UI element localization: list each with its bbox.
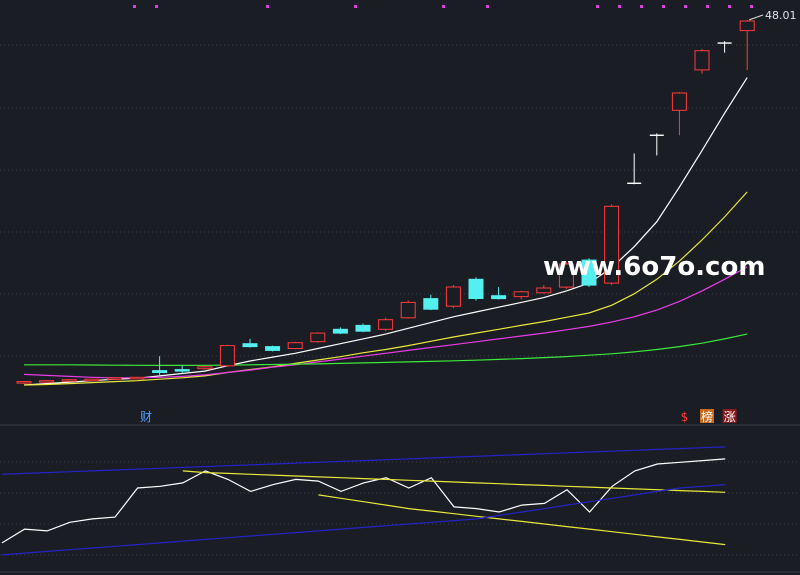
candle-body [445,286,461,307]
candle-body [152,370,168,374]
candle-body [61,379,77,382]
signal-dot [728,5,731,8]
candle-body [197,366,213,370]
candle-body [694,50,710,71]
candle [129,376,145,380]
candle [445,285,461,309]
candle-body [513,291,529,298]
signal-dot [662,5,665,8]
signal-dot [442,5,445,8]
candle [287,341,303,350]
signal-dot [706,5,709,8]
candle-body [468,278,484,299]
candle-body [16,381,32,384]
candle-body [219,345,235,367]
signal-dot [155,5,158,8]
event-marker: $ [681,410,689,424]
candle-body [310,332,326,343]
candle-body [106,377,122,380]
watermark-text: www.6o7o.com [543,252,765,282]
candle-body [536,287,552,294]
signal-dot [640,5,643,8]
candle-body [423,298,439,310]
candle-body [378,319,394,330]
candle [197,365,213,370]
signal-dot [684,5,687,8]
chart-background [0,0,800,575]
candle-body [355,324,371,332]
candle [84,378,100,382]
candle-body [332,328,348,334]
event-marker: 财 [140,410,152,424]
candle [265,345,281,352]
stock-chart: 财 $ 榜涨 48.01 www.6o7o.com [0,0,800,575]
candle [61,379,77,382]
candle [694,48,710,74]
candle-body [242,343,258,348]
signal-dot [618,5,621,8]
candle-body [84,378,100,382]
candle-body [174,369,190,372]
signal-dot [266,5,269,8]
candle [468,277,484,301]
candle [310,332,326,343]
candle-body [671,92,687,111]
candle-body [491,295,507,300]
signal-dot [354,5,357,8]
signal-dot [133,5,136,8]
candle-body [739,20,755,32]
signal-dot [750,5,753,8]
candle [219,344,235,367]
candle-body [287,342,303,350]
event-marker: 涨 [724,409,736,424]
signal-dot [596,5,599,8]
last-high-price-label: 48.01 [765,9,797,22]
candle-body [129,376,145,380]
candle [378,317,394,332]
candle-body [39,380,55,383]
signal-dot [486,5,489,8]
candle-body [265,346,281,351]
candle [106,377,122,380]
candle [400,300,416,319]
candle [39,380,55,383]
event-marker: 榜 [701,409,713,424]
candle-body [400,301,416,319]
